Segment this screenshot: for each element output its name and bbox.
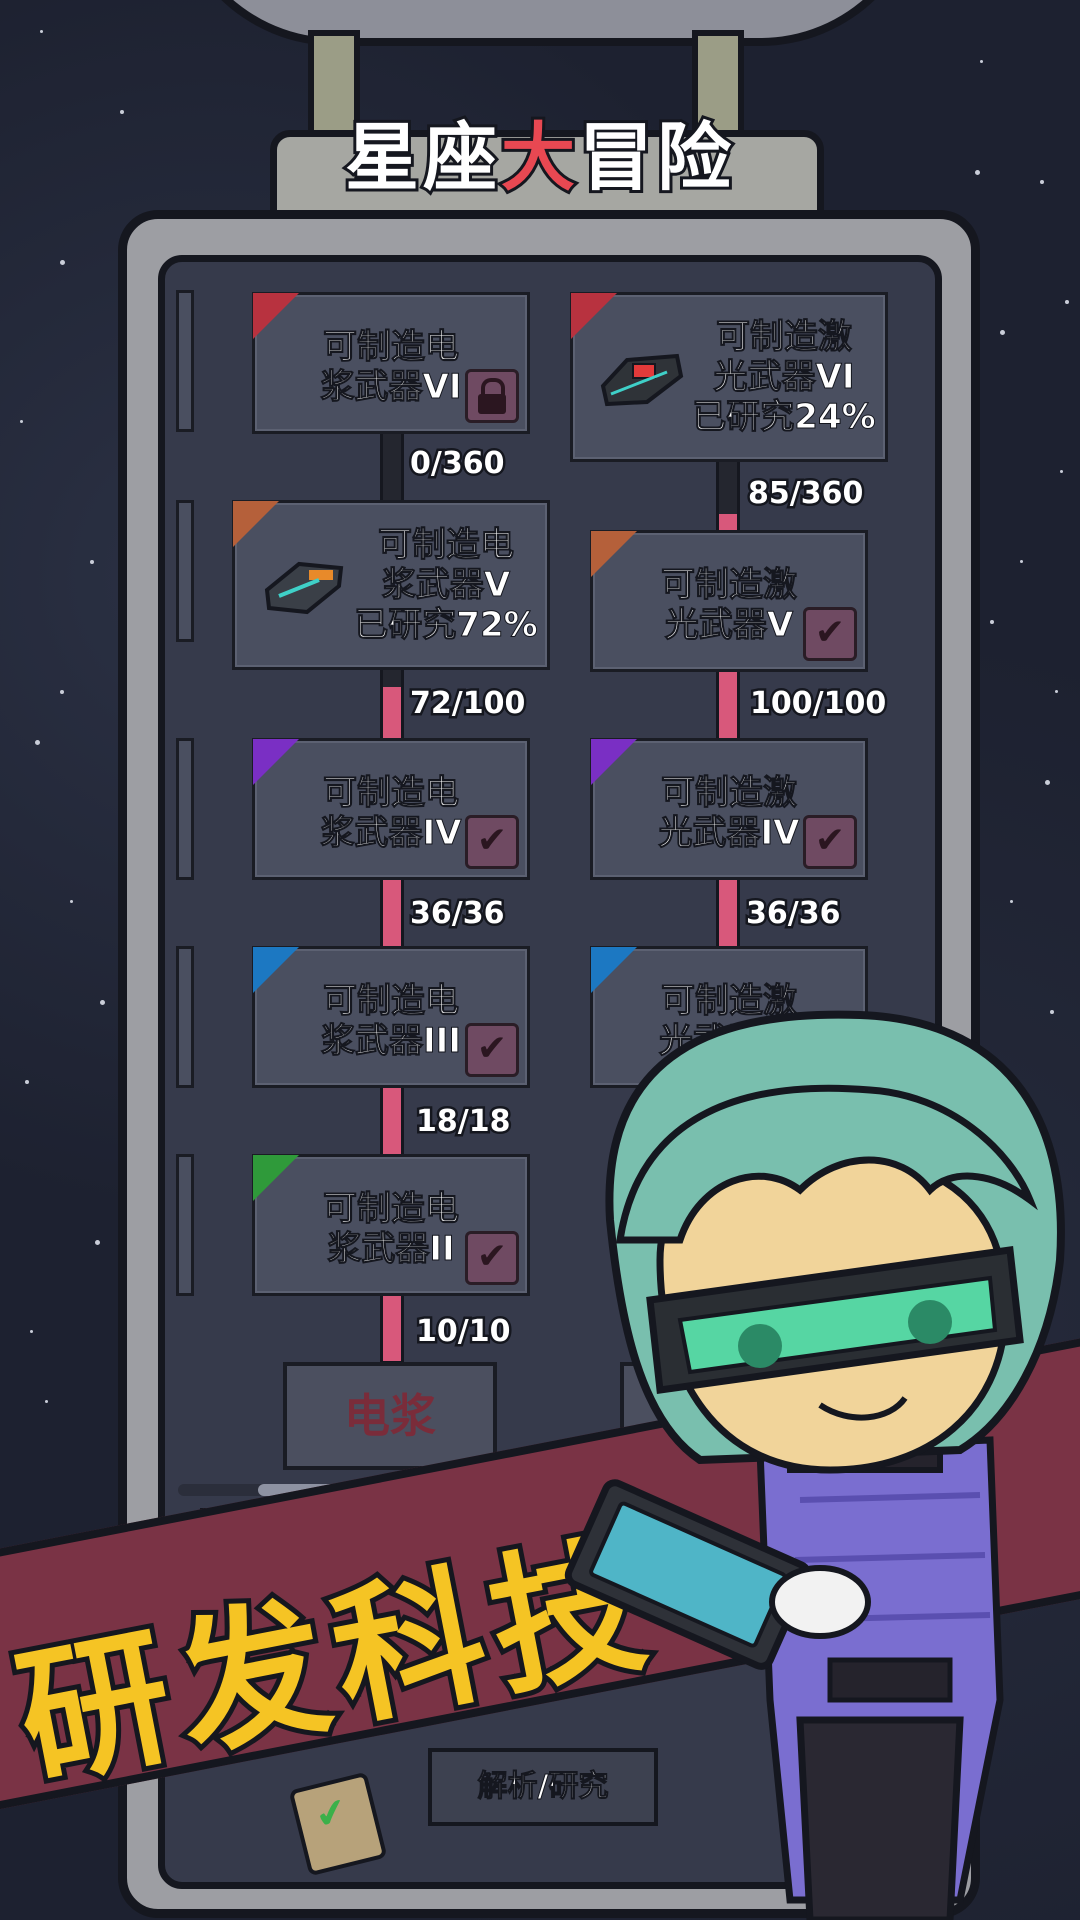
progress-fill <box>719 877 737 947</box>
tech-card-label: 可制造激 <box>661 565 798 606</box>
star <box>120 110 124 114</box>
progress-connector <box>380 1082 404 1158</box>
star <box>60 690 64 694</box>
tier-marker <box>233 501 279 547</box>
tech-card-label: 已研究72% <box>354 605 538 646</box>
progress-connector <box>380 428 404 504</box>
tech-card-laser-4[interactable]: 可制造激 光武器III ✔ <box>590 946 868 1088</box>
progress-connector <box>380 664 404 742</box>
tech-card-laser-3[interactable]: 可制造激 光武器IV ✔ <box>590 738 868 880</box>
star <box>1010 900 1013 903</box>
tech-card-plasma-2[interactable]: 可制造电 浆武器V 已研究72% <box>232 500 550 670</box>
check-icon: ✔ <box>803 815 857 869</box>
lock-icon <box>465 369 519 423</box>
star <box>100 1000 105 1005</box>
offscreen-card <box>176 290 194 432</box>
star <box>975 170 980 175</box>
tech-card-label: 已研究24% <box>692 397 876 438</box>
laser-weapon-icon <box>600 353 684 407</box>
tech-card-plasma-1[interactable]: 可制造电 浆武器VI <box>252 292 530 434</box>
offscreen-card <box>176 1154 194 1296</box>
star <box>1050 1010 1054 1014</box>
star <box>20 420 23 423</box>
progress-count: 0/360 <box>407 444 506 484</box>
tech-card-laser-1[interactable]: 可制造激 光武器VI 已研究24% <box>570 292 888 462</box>
tech-card-label: 浆武器V <box>381 565 511 606</box>
tech-card-label: 可制造激 <box>661 773 798 814</box>
star <box>1065 300 1069 304</box>
star <box>70 900 73 903</box>
star <box>45 1400 48 1403</box>
check-icon: ✔ <box>465 1231 519 1285</box>
tech-card-label: 可制造电 <box>323 327 460 368</box>
tech-card-label: 可制造激 <box>661 981 798 1022</box>
progress-connector <box>380 1290 404 1364</box>
progress-fill <box>719 513 737 531</box>
check-icon: ✔ <box>803 1023 857 1077</box>
progress-fill <box>383 1293 401 1361</box>
star <box>60 260 65 265</box>
star <box>1055 690 1058 693</box>
star <box>1040 180 1044 184</box>
progress-fill <box>383 1085 401 1155</box>
tech-card-label: 可制造电 <box>378 525 515 566</box>
progress-fill <box>719 669 737 741</box>
star <box>1045 780 1050 785</box>
research-button[interactable]: 解析/研究 <box>428 1748 658 1826</box>
star <box>40 30 43 33</box>
progress-connector <box>716 666 740 744</box>
star <box>1060 470 1063 473</box>
progress-fill <box>383 687 401 739</box>
progress-connector <box>716 874 740 950</box>
offscreen-card <box>176 500 194 642</box>
star <box>25 1080 29 1084</box>
star <box>1000 330 1005 335</box>
tech-card-laser-2[interactable]: 可制造激 光武器V ✔ <box>590 530 868 672</box>
tech-card-label: 可制造激 <box>716 317 853 358</box>
tier-marker <box>571 293 617 339</box>
tech-card-label: 可制造电 <box>323 981 460 1022</box>
progress-fill <box>383 877 401 947</box>
tech-card-plasma-5[interactable]: 可制造电 浆武器II ✔ <box>252 1154 530 1296</box>
star <box>90 560 94 564</box>
star <box>1020 560 1023 563</box>
progress-count: 36/36 <box>407 894 506 934</box>
progress-connector <box>716 456 740 534</box>
plasma-weapon-icon <box>264 561 344 615</box>
offscreen-card <box>176 738 194 880</box>
star <box>30 1330 33 1333</box>
gear-icon[interactable] <box>838 1762 892 1816</box>
tech-card-plasma-3[interactable]: 可制造电 浆武器IV ✔ <box>252 738 530 880</box>
progress-connector <box>380 874 404 950</box>
offscreen-card <box>176 946 194 1088</box>
star <box>990 620 994 624</box>
progress-count: 36/36 <box>743 894 842 934</box>
check-icon: ✔ <box>465 815 519 869</box>
category-plasma-button[interactable]: 电浆 <box>283 1362 497 1470</box>
star <box>95 1240 100 1245</box>
progress-count: 85/360 <box>745 474 865 514</box>
tech-card-label: 可制造电 <box>323 1189 460 1230</box>
progress-count: 100/100 <box>747 684 888 724</box>
star <box>980 60 983 63</box>
progress-count: 10/10 <box>413 1312 512 1352</box>
tech-card-label: 光武器VI <box>713 357 855 398</box>
check-icon: ✔ <box>465 1023 519 1077</box>
progress-count: 72/100 <box>407 684 527 724</box>
check-icon: ✔ <box>803 607 857 661</box>
star <box>35 740 40 745</box>
lock-body <box>478 394 506 414</box>
tech-card-label: 可制造电 <box>323 773 460 814</box>
progress-count: 18/18 <box>413 1102 512 1142</box>
tech-card-plasma-4[interactable]: 可制造电 浆武器III ✔ <box>252 946 530 1088</box>
game-logo: 星座大冒险 <box>342 112 735 204</box>
